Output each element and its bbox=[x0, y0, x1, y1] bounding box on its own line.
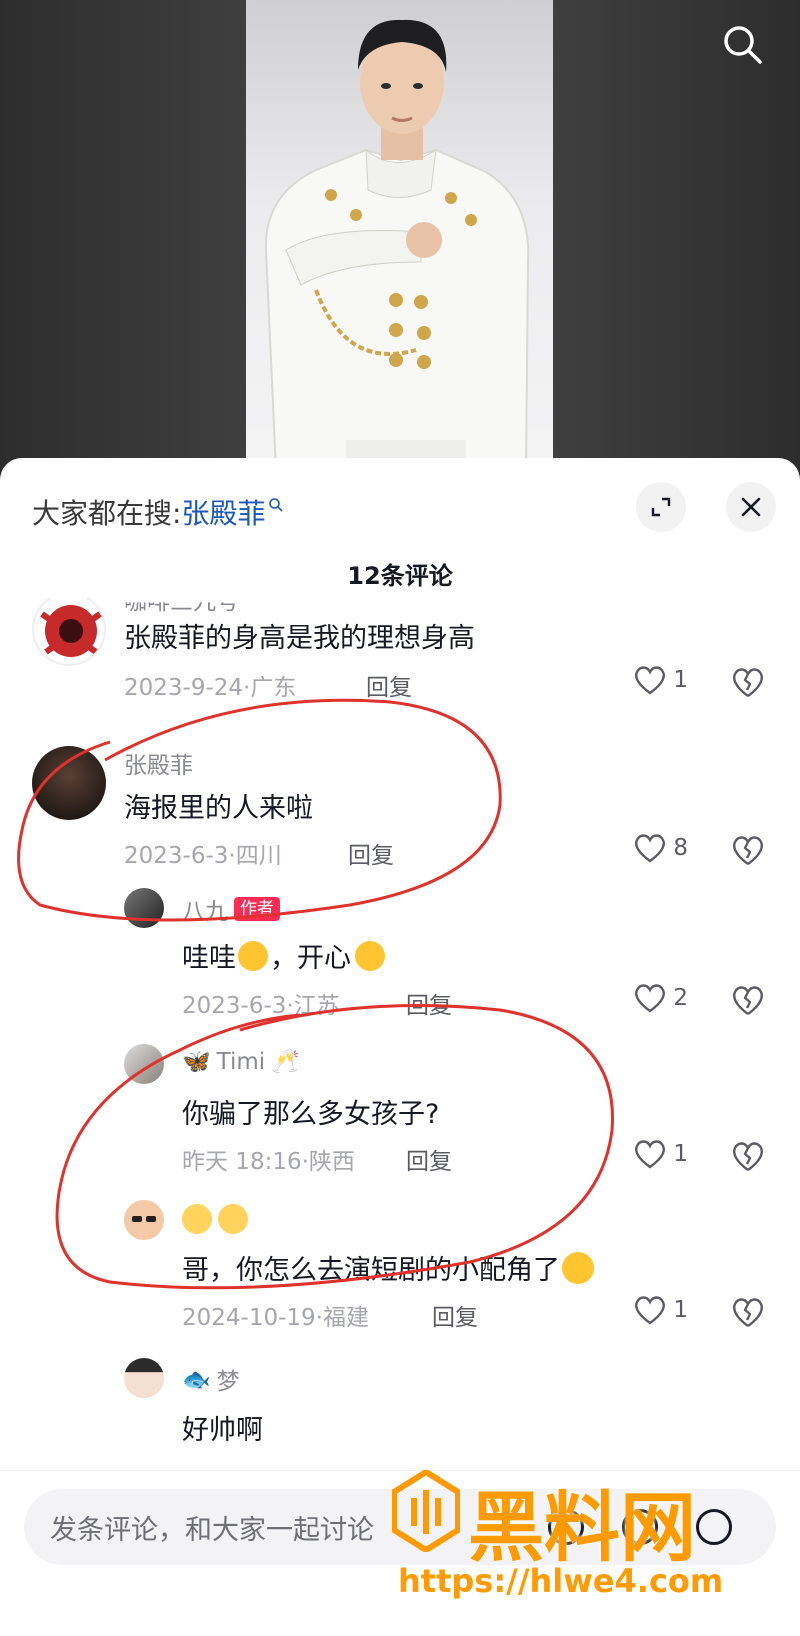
comment-author-name: 咖啡三九号 bbox=[124, 598, 239, 615]
comment-text: 张殿菲的身高是我的理想身高 bbox=[124, 623, 475, 654]
like-button[interactable]: 2 bbox=[633, 982, 688, 1014]
sticker-icon[interactable] bbox=[622, 1509, 658, 1545]
close-button[interactable] bbox=[726, 482, 776, 532]
like-button[interactable]: 8 bbox=[633, 832, 688, 864]
comment-author[interactable]: 🦋 Timi 🥂 bbox=[182, 1048, 300, 1076]
like-button[interactable]: 1 bbox=[633, 664, 688, 696]
comment-author[interactable]: 🐟 梦 bbox=[182, 1362, 240, 1396]
search-suggestion-prefix: 大家都在搜: bbox=[32, 497, 182, 530]
video-player[interactable] bbox=[0, 0, 800, 470]
heart-icon bbox=[635, 1296, 666, 1325]
like-button[interactable]: 1 bbox=[633, 1294, 688, 1326]
reply-button[interactable]: 回复 bbox=[406, 1142, 452, 1176]
avatar[interactable] bbox=[124, 1044, 164, 1084]
like-count: 8 bbox=[673, 835, 688, 861]
comment-text: 你骗了那么多女孩子? bbox=[182, 1099, 440, 1130]
search-suggestion-keyword[interactable]: 张殿菲 bbox=[181, 492, 265, 532]
neutral-face-icon bbox=[182, 1204, 212, 1234]
comment-meta: 2024-10-19·福建 bbox=[182, 1305, 369, 1331]
comment-author[interactable]: 张殿菲 bbox=[124, 746, 193, 780]
comment-meta: 2023-6-3·四川 bbox=[124, 843, 282, 869]
expand-icon bbox=[651, 497, 671, 517]
comment-author-name: Timi bbox=[216, 1048, 266, 1075]
broken-heart-icon[interactable] bbox=[730, 982, 766, 1018]
comment-sheet-header: 大家都在搜: 张殿菲 12条评论 bbox=[0, 458, 800, 598]
comment-author[interactable]: 咖啡三九号 bbox=[124, 598, 239, 616]
avatar[interactable] bbox=[124, 1358, 164, 1398]
reply-button[interactable]: 回复 bbox=[366, 668, 412, 702]
comment-meta: 2023-6-3·江苏 bbox=[182, 993, 340, 1019]
like-count: 1 bbox=[673, 1297, 688, 1323]
like-button[interactable]: 1 bbox=[633, 1138, 688, 1170]
comment-text-part: 哇哇 bbox=[182, 943, 236, 974]
heart-icon bbox=[635, 1140, 666, 1169]
comment-text-tail: ，开心 bbox=[270, 943, 351, 974]
close-icon bbox=[741, 497, 761, 517]
search-button[interactable] bbox=[716, 18, 768, 70]
comment-text: 哥，你怎么去演短剧的小配角了 bbox=[182, 1248, 594, 1287]
comment-text-part: 哥，你怎么去演短剧的小配角了 bbox=[182, 1255, 560, 1286]
fish-icon: 🐟 bbox=[182, 1366, 211, 1393]
comment-text: 海报里的人来啦 bbox=[124, 793, 313, 824]
reply-button[interactable]: 回复 bbox=[406, 986, 452, 1020]
like-count: 2 bbox=[673, 985, 688, 1011]
avatar[interactable] bbox=[124, 1200, 164, 1240]
comment-list[interactable]: 咖啡三九号 张殿菲的身高是我的理想身高 2023-9-24·广东 回复 1 张殿… bbox=[0, 598, 800, 1478]
butterfly-icon: 🦋 bbox=[182, 1049, 211, 1075]
search-suggestion[interactable]: 大家都在搜: 张殿菲 bbox=[32, 492, 284, 532]
comment-author[interactable] bbox=[182, 1204, 248, 1234]
heart-icon bbox=[635, 834, 666, 863]
search-icon bbox=[724, 26, 762, 64]
comment-text: 好帅啊 bbox=[182, 1415, 263, 1446]
comment-text: 哇哇 ，开心 bbox=[182, 936, 385, 975]
comment-meta: 昨天 18:16·陕西 bbox=[182, 1149, 355, 1175]
cheers-icon: 🥂 bbox=[271, 1049, 300, 1075]
comment-author-name: 梦 bbox=[216, 1369, 240, 1395]
reply-button[interactable]: 回复 bbox=[432, 1298, 478, 1332]
reply-button[interactable]: 回复 bbox=[348, 836, 394, 870]
emoji-icon[interactable] bbox=[548, 1509, 584, 1545]
comment-input[interactable]: 发条评论，和大家一起讨论 bbox=[24, 1489, 776, 1565]
comment-input-placeholder: 发条评论，和大家一起讨论 bbox=[50, 1514, 374, 1546]
author-badge: 作者 bbox=[234, 897, 280, 921]
broken-heart-icon[interactable] bbox=[730, 1294, 766, 1330]
broken-heart-icon[interactable] bbox=[730, 1138, 766, 1174]
comment-author-name: 八九 bbox=[182, 899, 228, 925]
like-count: 1 bbox=[673, 667, 688, 693]
mention-icon[interactable] bbox=[696, 1509, 732, 1545]
comment-sheet: 大家都在搜: 张殿菲 12条评论 咖啡三九号 张殿菲的身高是我的理想身高 202… bbox=[0, 458, 800, 1636]
comment-author-name: 张殿菲 bbox=[124, 753, 193, 779]
laughing-emoji-icon bbox=[238, 940, 268, 971]
crying-emoji-icon bbox=[562, 1251, 594, 1284]
avatar[interactable] bbox=[32, 746, 106, 820]
expand-button[interactable] bbox=[636, 482, 686, 532]
neutral-face-icon bbox=[218, 1204, 248, 1234]
like-count: 1 bbox=[673, 1141, 688, 1167]
heart-icon bbox=[635, 984, 666, 1013]
comment-count-title: 12条评论 bbox=[347, 562, 453, 590]
poster-image bbox=[246, 0, 553, 470]
comment-input-bar: 发条评论，和大家一起讨论 bbox=[0, 1470, 800, 1636]
heart-icon bbox=[635, 666, 666, 695]
comment-author[interactable]: 八九 作者 bbox=[182, 892, 280, 926]
comment-meta: 2023-9-24·广东 bbox=[124, 675, 297, 701]
avatar[interactable] bbox=[124, 888, 164, 928]
broken-heart-icon[interactable] bbox=[730, 664, 766, 700]
smile-emoji-icon bbox=[355, 940, 385, 971]
avatar[interactable] bbox=[32, 598, 106, 666]
small-search-icon bbox=[269, 498, 284, 512]
broken-heart-icon[interactable] bbox=[730, 832, 766, 868]
